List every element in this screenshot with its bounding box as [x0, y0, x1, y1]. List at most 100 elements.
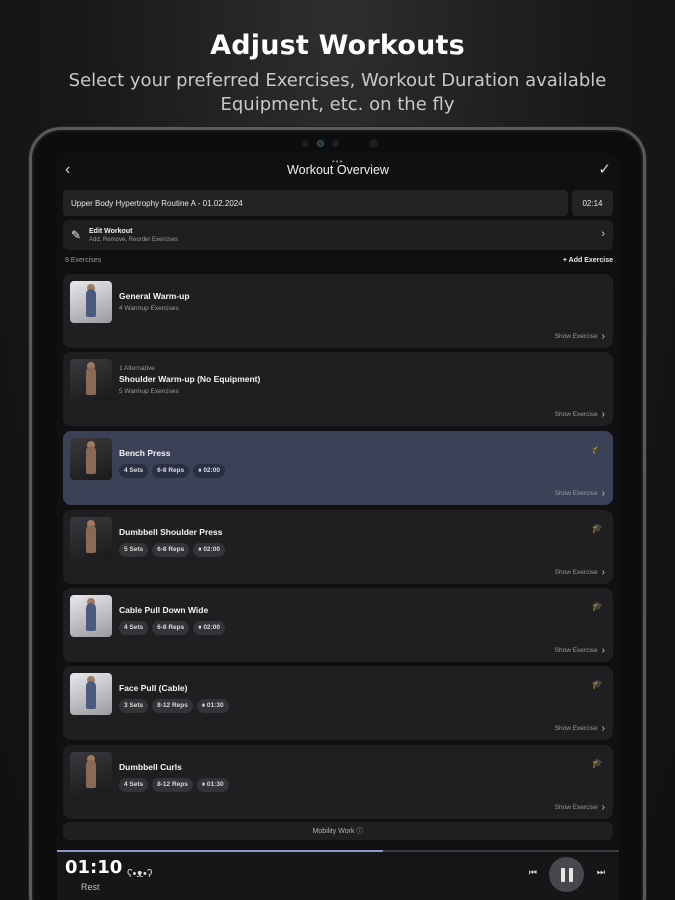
show-exercise-label: Show Exercise — [554, 725, 598, 732]
graduation-cap-icon[interactable]: 🎓 — [592, 523, 603, 534]
graduation-cap-icon[interactable]: 🎓 — [592, 679, 603, 690]
exercise-card[interactable]: Cable Pull Down Wide 4 Sets 6-8 Reps ⏸ 02:0… — [63, 588, 613, 662]
show-exercise-label: Show Exercise — [554, 411, 598, 418]
promo-subline: Select your preferred Exercises, Workout… — [68, 70, 607, 115]
show-exercise-label: Show Exercise — [554, 490, 598, 497]
exercise-card[interactable]: Bench Press 4 Sets 6-8 Reps ⏸ 02:00 🎓 Show Ex… — [63, 431, 613, 505]
promo-headline: Adjust Workouts — [210, 30, 465, 61]
workout-duration-field[interactable]: 02:14 — [572, 190, 613, 216]
exercise-badge: ⏸ 01:30 — [196, 778, 229, 792]
exercise-badge: 5 Sets — [119, 543, 149, 557]
show-exercise-link[interactable]: Show Exercise › — [555, 567, 605, 578]
exercise-count: 8 Exercises — [65, 257, 102, 264]
exercise-name: Bench Press — [119, 448, 171, 458]
show-exercise-label: Show Exercise — [554, 804, 598, 811]
show-exercise-link[interactable]: Show Exercise › — [555, 331, 605, 342]
workout-name-row: Upper Body Hypertrophy Routine A - 01.02… — [63, 190, 613, 216]
exercise-badges: 4 Sets 6-8 Reps ⏸ 02:00 — [119, 464, 225, 478]
show-exercise-link[interactable]: Show Exercise › — [555, 488, 605, 499]
exercise-thumbnail — [70, 517, 112, 559]
rest-progress-fill — [57, 850, 383, 852]
exercise-name: General Warm-up — [119, 291, 190, 301]
exercise-badges: 5 Sets 6-8 Reps ⏸ 02:00 — [119, 543, 225, 557]
exercise-name: Cable Pull Down Wide — [119, 605, 209, 615]
back-button[interactable]: ‹ — [65, 161, 70, 179]
exercise-thumbnail — [70, 673, 112, 715]
confirm-button[interactable]: ✓ — [598, 160, 611, 178]
exercise-badge: 6-8 Reps — [152, 464, 190, 478]
show-exercise-label: Show Exercise — [554, 569, 598, 576]
exercise-card[interactable]: 1 Alternative Shoulder Warm-up (No Equipm… — [63, 352, 613, 426]
chevron-right-icon: › — [601, 409, 605, 420]
drag-handle-icon: ••• — [332, 157, 344, 166]
rest-progress-track — [57, 850, 619, 852]
workout-name-field[interactable]: Upper Body Hypertrophy Routine A - 01.02… — [63, 190, 568, 216]
graduation-cap-icon[interactable]: 🎓 — [592, 758, 603, 769]
show-exercise-link[interactable]: Show Exercise › — [555, 645, 605, 656]
chevron-right-icon: › — [601, 567, 605, 578]
exercise-subtitle: 5 Warmup Exercises — [119, 388, 179, 395]
exercise-badges: 3 Sets 8-12 Reps ⏸ 01:30 — [119, 699, 229, 713]
exercise-card[interactable]: Dumbbell Curls 4 Sets 8-12 Reps ⏸ 01:30 🎓 Sho… — [63, 745, 613, 819]
camera-cluster — [302, 139, 378, 148]
exercise-subtitle: 4 Warmup Exercises — [119, 305, 179, 312]
exercise-badge: 6-8 Reps — [152, 543, 190, 557]
exercise-badges: 4 Sets 8-12 Reps ⏸ 01:30 — [119, 778, 229, 792]
edit-workout-title: Edit Workout — [89, 227, 133, 235]
exercise-badge: 8-12 Reps — [152, 699, 193, 713]
graduation-cap-icon[interactable]: 🎓 — [592, 601, 603, 612]
exercise-count-row: 8 Exercises + Add Exercise — [65, 257, 613, 264]
exercise-badge: ⏸ 02:00 — [193, 543, 225, 557]
add-exercise-button[interactable]: + Add Exercise — [563, 257, 613, 264]
exercise-badge: 3 Sets — [119, 699, 149, 713]
exercise-card[interactable]: Face Pull (Cable) 3 Sets 8-12 Reps ⏸ 01:30 🎓… — [63, 666, 613, 740]
rest-label: Rest — [81, 882, 100, 892]
exercise-thumbnail — [70, 752, 112, 794]
chevron-right-icon: › — [601, 488, 605, 499]
show-exercise-label: Show Exercise — [554, 647, 598, 654]
exercise-name: Dumbbell Curls — [119, 762, 182, 772]
previous-icon[interactable]: ⏮ — [529, 867, 537, 878]
show-exercise-link[interactable]: Show Exercise › — [555, 802, 605, 813]
chevron-right-icon: › — [601, 802, 605, 813]
show-exercise-link[interactable]: Show Exercise › — [555, 723, 605, 734]
chevron-right-icon: › — [601, 228, 605, 240]
chevron-right-icon: › — [601, 723, 605, 734]
pencil-icon: ✎ — [71, 228, 82, 242]
exercise-thumbnail — [70, 438, 112, 480]
edit-workout-button[interactable]: ✎ Edit Workout Add, Remove, Reorder Exer… — [63, 220, 613, 250]
exercise-badge: 8-12 Reps — [152, 778, 193, 792]
rest-timer-bar: 01:10 Rest ʕ•ᴥ•ʔ ⏮ ⏭ — [57, 850, 619, 900]
chevron-right-icon: › — [601, 645, 605, 656]
add-exercise-label: Add Exercise — [568, 257, 613, 264]
exercise-badge: ⏸ 02:00 — [193, 621, 225, 635]
exercise-badge: ⏸ 02:00 — [193, 464, 225, 478]
rest-timer: 01:10 — [65, 857, 123, 878]
exercise-badge: 4 Sets — [119, 621, 149, 635]
exercise-name: Dumbbell Shoulder Press — [119, 527, 223, 537]
pause-button[interactable] — [549, 857, 584, 892]
exercise-name: Face Pull (Cable) — [119, 683, 188, 693]
mobility-section-header[interactable]: Mobility Work ⓘ — [63, 822, 613, 840]
top-bar: ••• ‹ Workout Overview ✓ — [57, 153, 619, 187]
graduation-cap-icon[interactable]: 🎓 — [592, 444, 603, 455]
edit-workout-subtitle: Add, Remove, Reorder Exercises — [89, 236, 179, 243]
exercise-alternative-label: 1 Alternative — [119, 365, 155, 372]
exercise-card[interactable]: General Warm-up 4 Warmup Exercises Show Ex… — [63, 274, 613, 348]
chevron-right-icon: › — [601, 331, 605, 342]
tablet-frame: ••• ‹ Workout Overview ✓ Upper Body Hype… — [29, 127, 646, 900]
show-exercise-label: Show Exercise — [554, 333, 598, 340]
exercise-badge: ⏸ 01:30 — [196, 699, 229, 713]
exercise-badges: 4 Sets 6-8 Reps ⏸ 02:00 — [119, 621, 225, 635]
next-icon[interactable]: ⏭ — [597, 867, 605, 878]
exercise-badge: 4 Sets — [119, 778, 149, 792]
exercise-card[interactable]: Dumbbell Shoulder Press 5 Sets 6-8 Reps ⏸ 0… — [63, 510, 613, 584]
exercise-name: Shoulder Warm-up (No Equipment) — [119, 374, 261, 384]
exercise-thumbnail — [70, 359, 112, 401]
app-screen: ••• ‹ Workout Overview ✓ Upper Body Hype… — [57, 153, 619, 900]
exercise-badge: 6-8 Reps — [152, 621, 190, 635]
mascot-icon[interactable]: ʕ•ᴥ•ʔ — [127, 868, 152, 880]
exercise-thumbnail — [70, 595, 112, 637]
exercise-thumbnail — [70, 281, 112, 323]
show-exercise-link[interactable]: Show Exercise › — [555, 409, 605, 420]
